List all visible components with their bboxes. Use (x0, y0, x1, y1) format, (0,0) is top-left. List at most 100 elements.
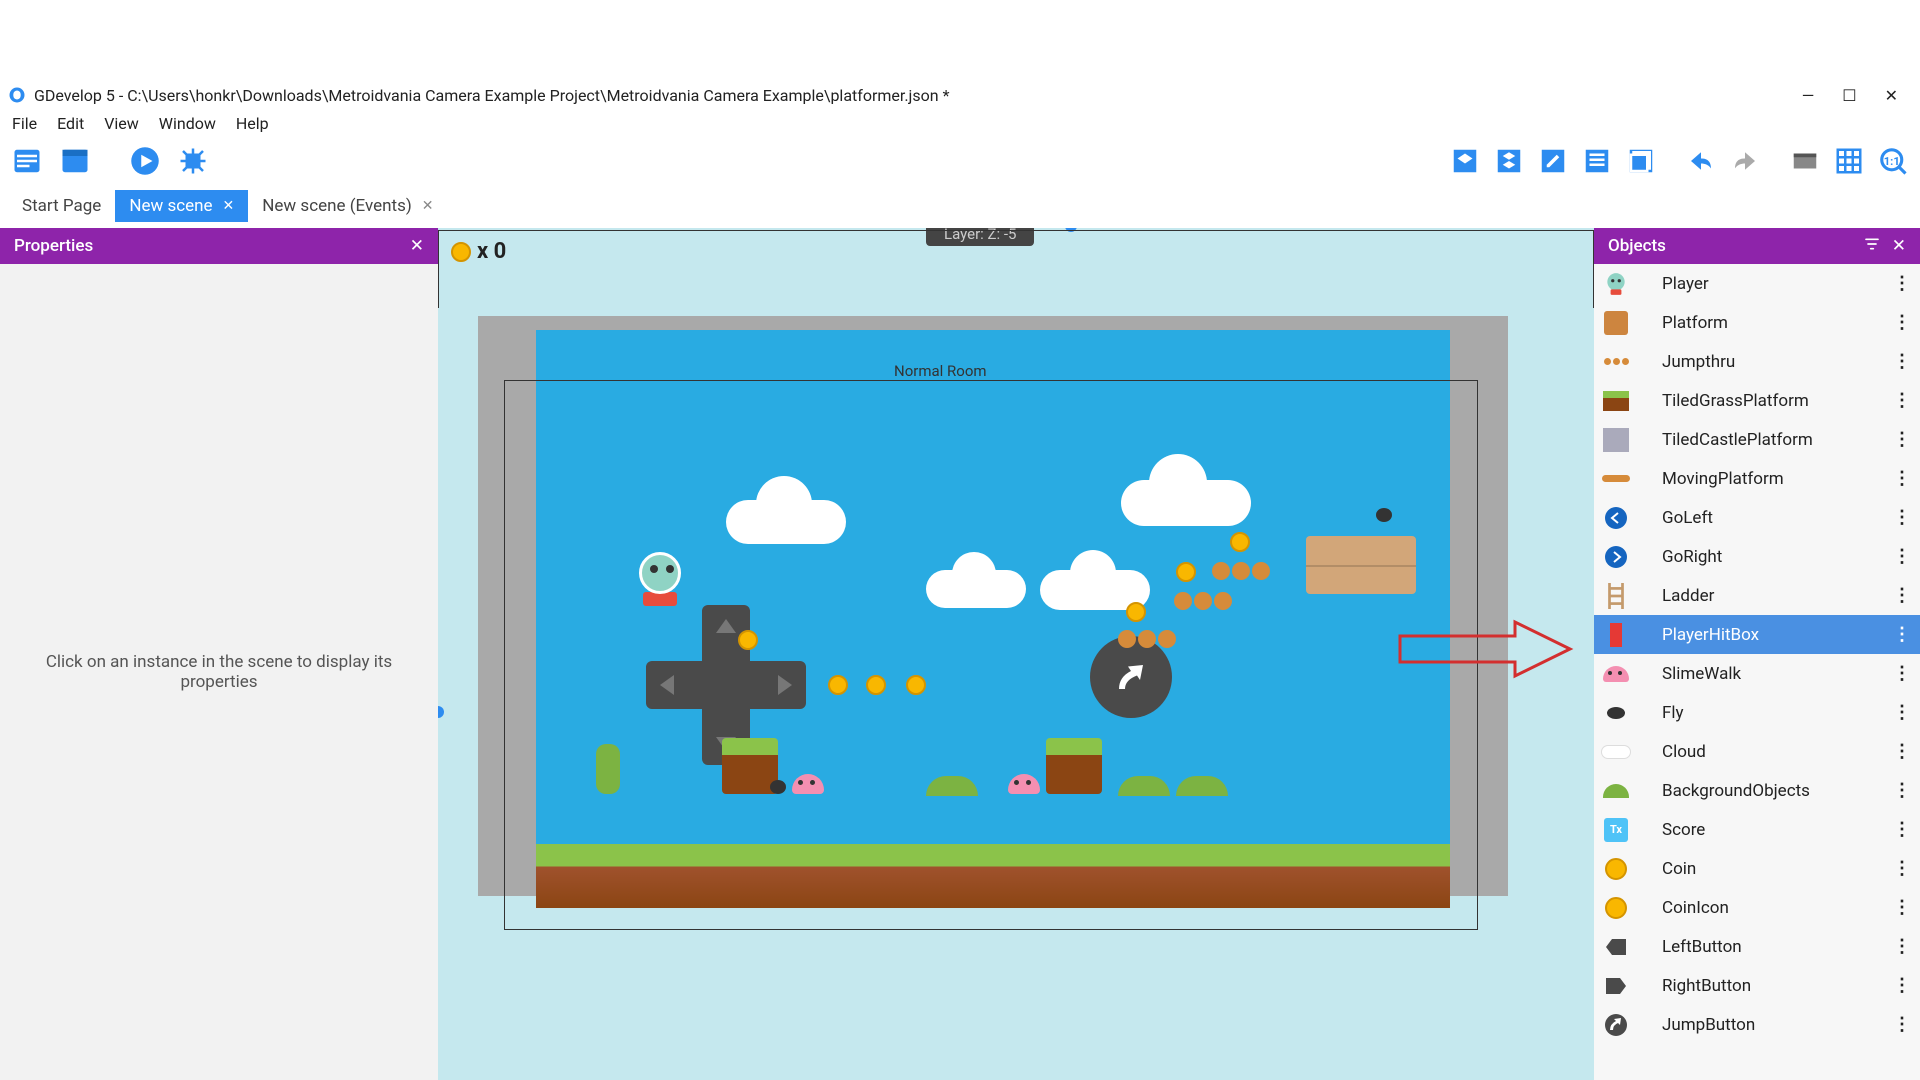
more-icon[interactable]: ⋮ (1893, 312, 1910, 333)
player-icon (1602, 270, 1630, 298)
zoom-button[interactable] (1786, 142, 1824, 180)
more-icon[interactable]: ⋮ (1893, 1014, 1910, 1035)
object-name: Score (1662, 820, 1893, 840)
object-row-slimewalk[interactable]: SlimeWalk⋮ (1594, 654, 1920, 693)
layers-button[interactable] (1622, 142, 1660, 180)
more-icon[interactable]: ⋮ (1893, 975, 1910, 996)
menu-window[interactable]: Window (159, 114, 216, 133)
object-row-jumpthru[interactable]: Jumpthru⋮ (1594, 342, 1920, 381)
properties-panel: Properties ✕ Click on an instance in the… (0, 228, 438, 1080)
object-row-coinicon[interactable]: CoinIcon⋮ (1594, 888, 1920, 927)
coin-counter: x 0 (451, 239, 506, 264)
objects-panel: Objects ✕ Player⋮Platform⋮Jumpthru⋮Tiled… (1594, 228, 1920, 1080)
more-icon[interactable]: ⋮ (1893, 585, 1910, 606)
object-row-tiledcastleplatform[interactable]: TiledCastlePlatform⋮ (1594, 420, 1920, 459)
close-icon[interactable]: ✕ (410, 236, 424, 256)
object-name: Coin (1662, 859, 1893, 879)
goright-icon (1602, 543, 1630, 571)
redo-button[interactable] (1726, 142, 1764, 180)
open-groups-button[interactable] (1490, 142, 1528, 180)
tab-new-scene-events[interactable]: New scene (Events)✕ (248, 190, 447, 222)
more-icon[interactable]: ⋮ (1893, 546, 1910, 567)
export-button[interactable] (56, 142, 94, 180)
debug-button[interactable] (174, 142, 212, 180)
more-icon[interactable]: ⋮ (1893, 273, 1910, 294)
leftbtn-icon (1602, 933, 1630, 961)
object-name: MovingPlatform (1662, 469, 1893, 489)
object-row-player[interactable]: Player⋮ (1594, 264, 1920, 303)
close-icon[interactable]: ✕ (1892, 236, 1906, 256)
svg-text:1:1: 1:1 (1884, 155, 1900, 168)
object-row-coin[interactable]: Coin⋮ (1594, 849, 1920, 888)
more-icon[interactable]: ⋮ (1893, 936, 1910, 957)
object-row-jumpbutton[interactable]: JumpButton⋮ (1594, 1005, 1920, 1044)
object-row-rightbutton[interactable]: RightButton⋮ (1594, 966, 1920, 1005)
more-icon[interactable]: ⋮ (1893, 351, 1910, 372)
score-icon: Tx (1602, 816, 1630, 844)
close-button[interactable]: ✕ (1885, 86, 1898, 105)
object-name: GoRight (1662, 547, 1893, 567)
titlebar: GDevelop 5 - C:\Users\honkr\Downloads\Me… (0, 80, 1920, 110)
object-row-goright[interactable]: GoRight⋮ (1594, 537, 1920, 576)
moving-icon (1602, 465, 1630, 493)
object-name: Player (1662, 274, 1893, 294)
object-row-goleft[interactable]: GoLeft⋮ (1594, 498, 1920, 537)
more-icon[interactable]: ⋮ (1893, 819, 1910, 840)
object-name: Ladder (1662, 586, 1893, 606)
hitbox-icon (1602, 621, 1630, 649)
object-row-movingplatform[interactable]: MovingPlatform⋮ (1594, 459, 1920, 498)
object-row-ladder[interactable]: Ladder⋮ (1594, 576, 1920, 615)
coin-icon (451, 242, 471, 262)
more-icon[interactable]: ⋮ (1893, 741, 1910, 762)
cloud-icon (1602, 738, 1630, 766)
object-row-score[interactable]: Tx Score⋮ (1594, 810, 1920, 849)
object-name: Platform (1662, 313, 1893, 333)
menu-view[interactable]: View (104, 114, 139, 133)
object-name: LeftButton (1662, 937, 1893, 957)
more-icon[interactable]: ⋮ (1893, 390, 1910, 411)
more-icon[interactable]: ⋮ (1893, 897, 1910, 918)
more-icon[interactable]: ⋮ (1893, 663, 1910, 684)
more-icon[interactable]: ⋮ (1893, 429, 1910, 450)
menu-edit[interactable]: Edit (57, 114, 84, 133)
tab-new-scene[interactable]: New scene✕ (115, 190, 248, 222)
more-icon[interactable]: ⋮ (1893, 780, 1910, 801)
project-manager-button[interactable] (8, 142, 46, 180)
ladder-icon (1602, 582, 1630, 610)
filter-icon[interactable] (1864, 236, 1880, 257)
object-row-playerhitbox[interactable]: PlayerHitBox⋮ (1594, 615, 1920, 654)
close-icon[interactable]: ✕ (223, 198, 235, 214)
edit-button[interactable] (1534, 142, 1572, 180)
instances-button[interactable] (1578, 142, 1616, 180)
bg-icon (1602, 777, 1630, 805)
more-icon[interactable]: ⋮ (1893, 624, 1910, 645)
minimize-button[interactable]: — (1802, 86, 1815, 105)
more-icon[interactable]: ⋮ (1893, 507, 1910, 528)
selection-handle[interactable] (438, 706, 444, 718)
coin-icon (1602, 894, 1630, 922)
play-button[interactable] (126, 142, 164, 180)
object-row-platform[interactable]: Platform⋮ (1594, 303, 1920, 342)
grid-button[interactable] (1830, 142, 1868, 180)
open-objects-button[interactable] (1446, 142, 1484, 180)
more-icon[interactable]: ⋮ (1893, 702, 1910, 723)
menu-file[interactable]: File (12, 114, 37, 133)
object-name: Cloud (1662, 742, 1893, 762)
maximize-button[interactable]: ☐ (1842, 86, 1856, 105)
more-icon[interactable]: ⋮ (1893, 468, 1910, 489)
object-row-backgroundobjects[interactable]: BackgroundObjects⋮ (1594, 771, 1920, 810)
object-row-fly[interactable]: Fly⋮ (1594, 693, 1920, 732)
close-icon[interactable]: ✕ (422, 198, 434, 214)
properties-header: Properties ✕ (0, 228, 438, 264)
tabs: Start Page New scene✕ New scene (Events)… (0, 186, 1920, 222)
more-icon[interactable]: ⋮ (1893, 858, 1910, 879)
object-row-tiledgrassplatform[interactable]: TiledGrassPlatform⋮ (1594, 381, 1920, 420)
goleft-icon (1602, 504, 1630, 532)
object-name: CoinIcon (1662, 898, 1893, 918)
object-row-leftbutton[interactable]: LeftButton⋮ (1594, 927, 1920, 966)
menu-help[interactable]: Help (236, 114, 269, 133)
undo-button[interactable] (1682, 142, 1720, 180)
object-row-cloud[interactable]: Cloud⋮ (1594, 732, 1920, 771)
zoom-fit-button[interactable]: 1:1 (1874, 142, 1912, 180)
tab-start-page[interactable]: Start Page (8, 190, 115, 222)
